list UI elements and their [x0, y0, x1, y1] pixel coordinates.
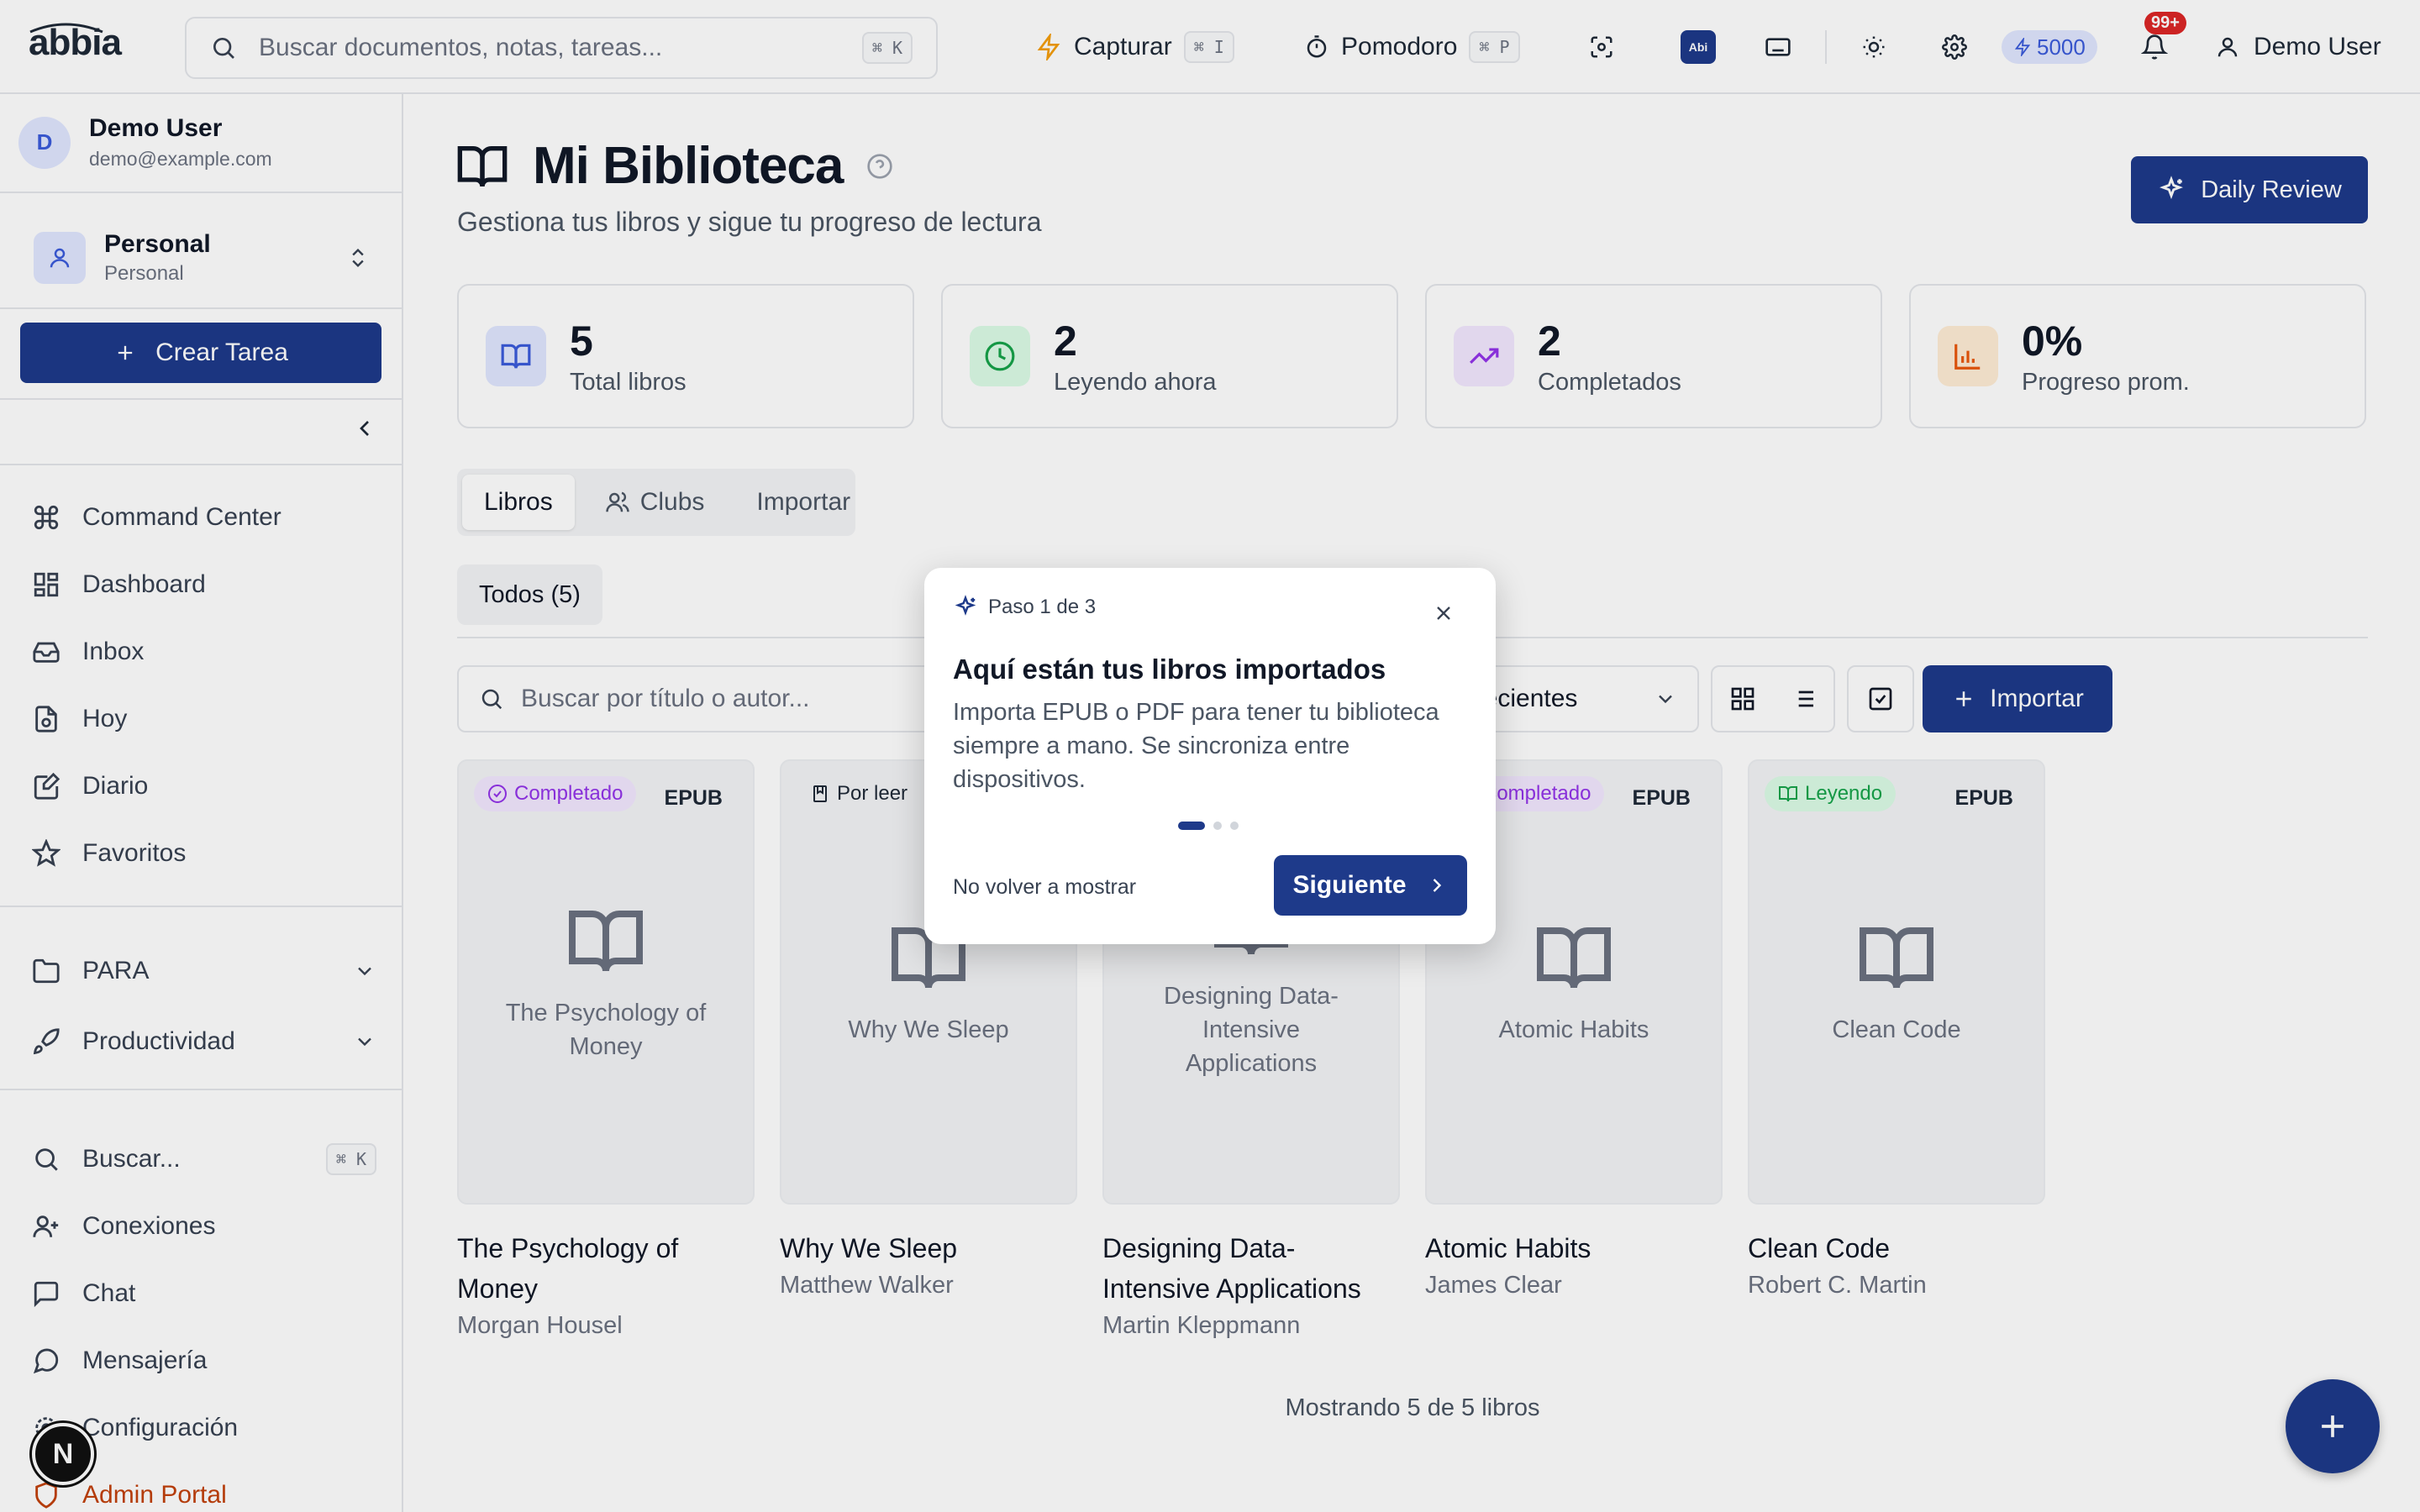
step-indicator: Paso 1 de 3: [953, 595, 1096, 620]
close-icon: [1432, 601, 1455, 625]
dialog-body: Importa EPUB o PDF para tener tu bibliot…: [953, 699, 1439, 793]
step-dot: [1178, 822, 1205, 830]
dont-show-again-link[interactable]: No volver a mostrar: [953, 875, 1136, 900]
sparkles-icon: [953, 595, 978, 620]
next-label: Siguiente: [1292, 871, 1407, 899]
step-dot: [1213, 822, 1222, 830]
chevron-right-icon: [1425, 874, 1449, 897]
next-button[interactable]: Siguiente: [1274, 855, 1467, 916]
close-button[interactable]: [1432, 601, 1455, 625]
dialog-title: Aquí están tus libros importados: [953, 654, 1386, 685]
step-dots: [1178, 822, 1239, 830]
onboarding-dialog: Paso 1 de 3 Aquí están tus libros import…: [924, 568, 1496, 944]
step-dot: [1230, 822, 1239, 830]
step-label: Paso 1 de 3: [988, 596, 1097, 618]
